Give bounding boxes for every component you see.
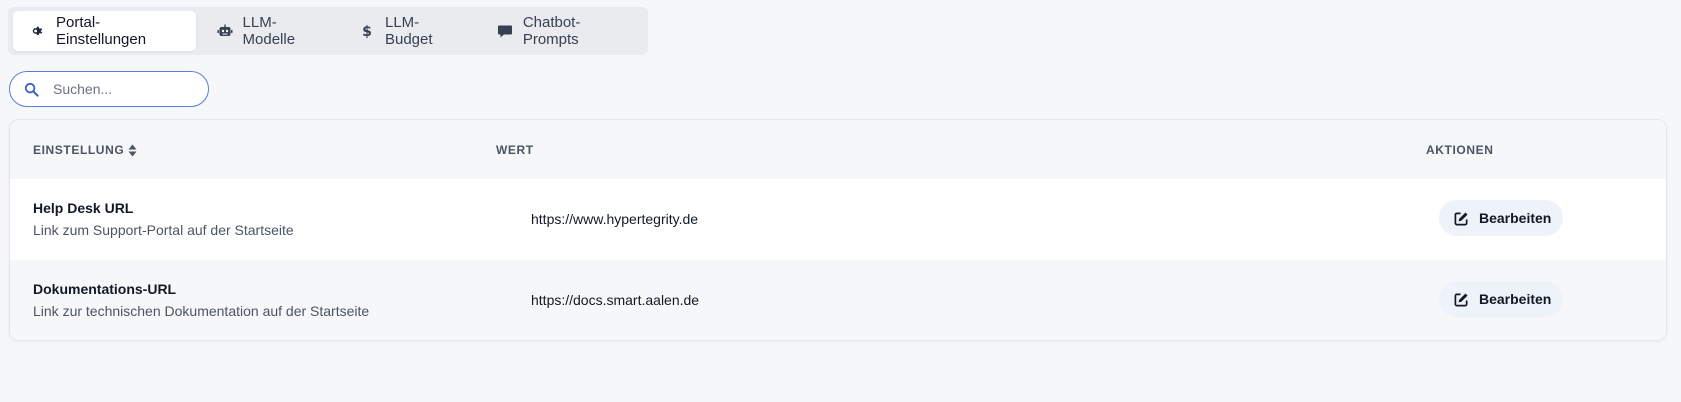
tab-label: LLM-Modelle [242, 14, 296, 48]
edit-button[interactable]: Bearbeiten [1439, 281, 1563, 317]
setting-cell: Dokumentations-URL Link zur technischen … [33, 281, 369, 319]
column-header-label: EINSTELLUNG [33, 143, 125, 157]
tab-label: Chatbot-Prompts [522, 14, 581, 48]
table-header: EINSTELLUNG WERT AKTIONEN [10, 120, 1666, 179]
tab-portal-settings[interactable]: Portal-Einstellungen [13, 11, 196, 51]
setting-description: Link zum Support-Portal auf der Startsei… [33, 222, 294, 238]
setting-description: Link zur technischen Dokumentation auf d… [33, 303, 370, 319]
search-box [9, 71, 209, 107]
edit-button-label: Bearbeiten [1479, 291, 1552, 307]
edit-button-label: Bearbeiten [1479, 210, 1552, 226]
column-header-setting[interactable]: EINSTELLUNG [33, 143, 137, 157]
column-header-label: AKTIONEN [1426, 143, 1494, 157]
setting-title: Dokumentations-URL [33, 281, 177, 297]
edit-button[interactable]: Bearbeiten [1439, 200, 1563, 236]
tab-label: Portal-Einstellungen [56, 14, 147, 48]
edit-icon [1454, 293, 1468, 306]
tab-llm-models[interactable]: LLM-Modelle [200, 11, 338, 51]
svg-text:$: $ [362, 24, 372, 39]
edit-icon [1454, 212, 1468, 225]
column-header-actions: AKTIONEN [1426, 143, 1493, 157]
settings-tab-bar: Portal-Einstellungen LLM-Modelle $ LLM-B… [8, 7, 648, 55]
setting-title: Help Desk URL [33, 200, 134, 216]
tab-chatbot-prompts[interactable]: Chatbot-Prompts [480, 11, 643, 51]
setting-value: https://docs.smart.aalen.de [531, 292, 700, 308]
sort-icon [128, 144, 137, 156]
robot-icon [217, 24, 233, 36]
tab-label: LLM-Budget [384, 14, 433, 48]
column-header-value: WERT [496, 143, 534, 157]
chat-bubble-icon [497, 25, 512, 38]
setting-cell: Help Desk URL Link zum Support-Portal au… [33, 200, 294, 238]
gear-icon [32, 26, 43, 35]
dollar-icon: $ [362, 24, 372, 39]
column-header-label: WERT [496, 143, 534, 157]
table-row: Dokumentations-URL Link zur technischen … [10, 260, 1666, 340]
tab-llm-budget[interactable]: $ LLM-Budget [342, 11, 476, 51]
table-row: Help Desk URL Link zum Support-Portal au… [10, 179, 1666, 260]
setting-value: https://www.hypertegrity.de [531, 211, 699, 227]
search-icon [24, 82, 39, 97]
search-input[interactable] [53, 81, 193, 97]
settings-table: EINSTELLUNG WERT AKTIONEN Help Desk URL … [9, 119, 1667, 341]
